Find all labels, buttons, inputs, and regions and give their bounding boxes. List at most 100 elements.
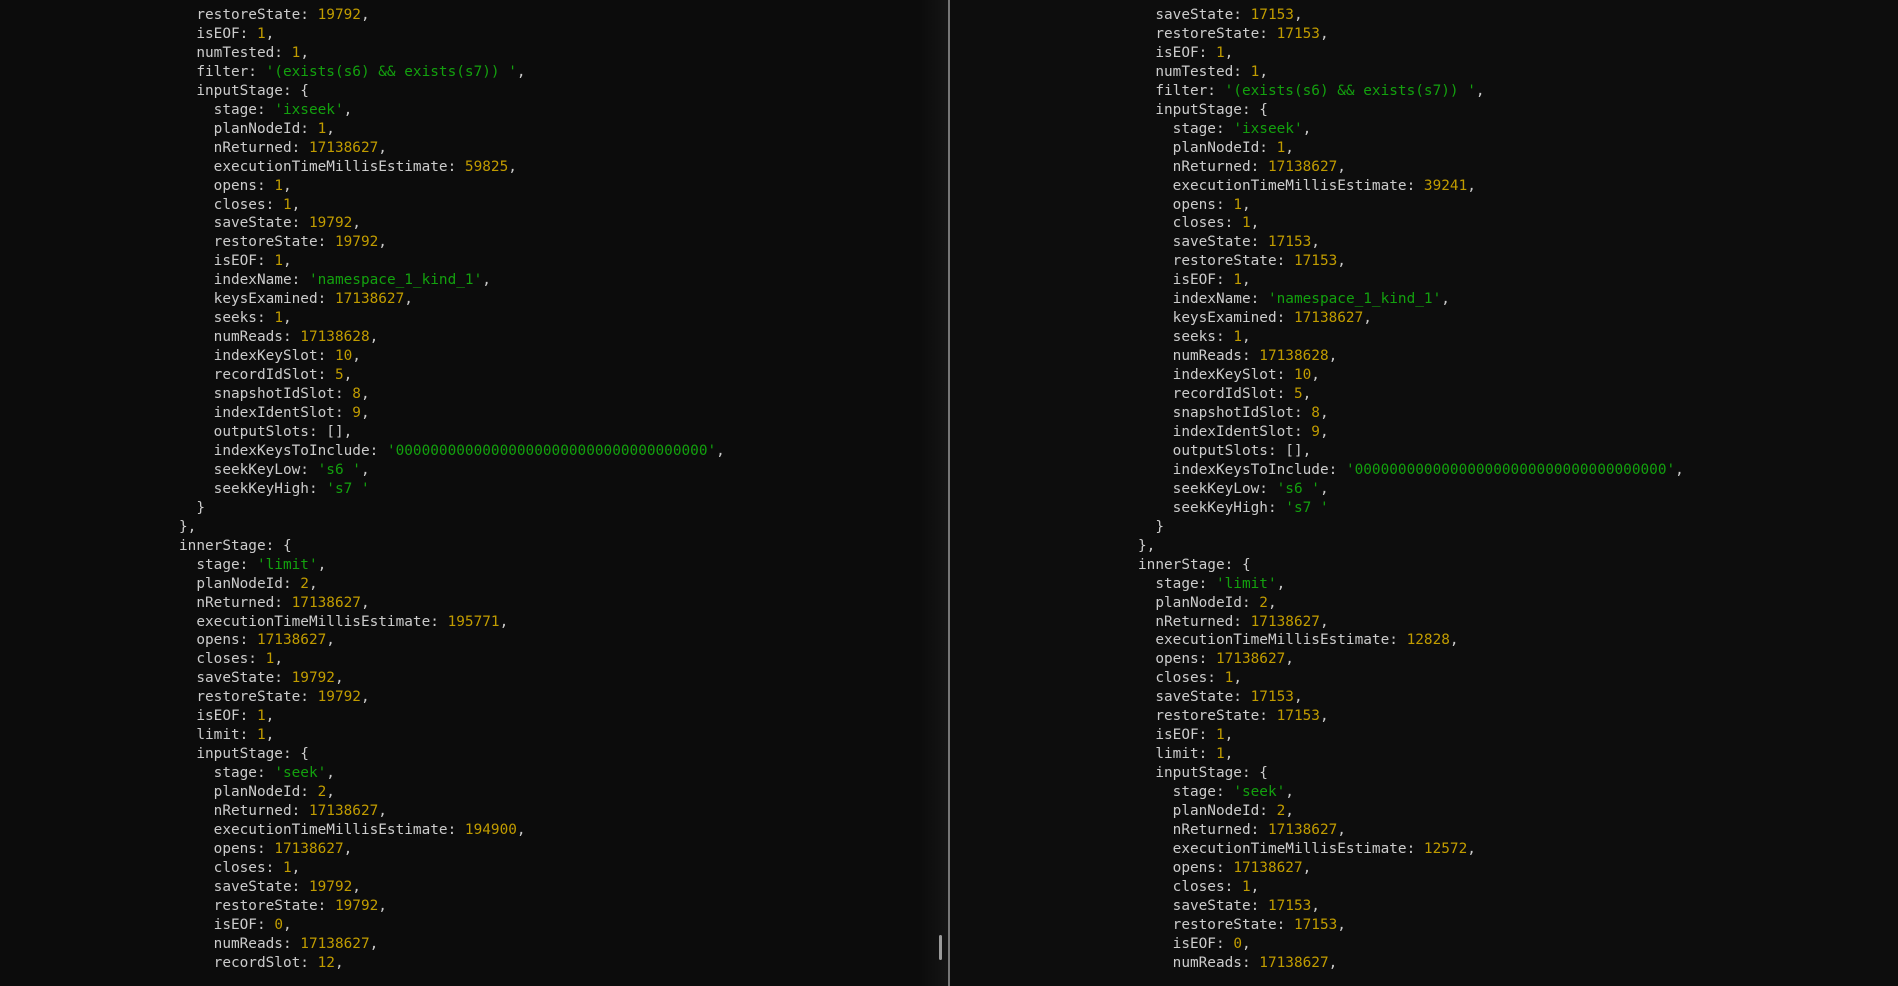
code-line: executionTimeMillisEstimate: 12572, — [1138, 840, 1684, 859]
code-line: }, — [179, 518, 725, 537]
code-line: isEOF: 0, — [1138, 935, 1684, 954]
code-line: nReturned: 17138627, — [179, 139, 725, 158]
code-line: inputStage: { — [179, 82, 725, 101]
code-line: outputSlots: [], — [1138, 442, 1684, 461]
code-line: inputStage: { — [1138, 101, 1684, 120]
code-line: stage: 'seek', — [179, 764, 725, 783]
code-line: restoreState: 19792, — [179, 6, 725, 25]
code-line: limit: 1, — [1138, 745, 1684, 764]
code-line: executionTimeMillisEstimate: 39241, — [1138, 177, 1684, 196]
code-line: saveState: 17153, — [1138, 233, 1684, 252]
code-line: planNodeId: 2, — [179, 783, 725, 802]
code-line: snapshotIdSlot: 8, — [179, 385, 725, 404]
code-line: executionTimeMillisEstimate: 59825, — [179, 158, 725, 177]
code-line: closes: 1, — [179, 859, 725, 878]
code-line: restoreState: 17153, — [1138, 25, 1684, 44]
code-line: keysExamined: 17138627, — [179, 290, 725, 309]
code-line: seeks: 1, — [179, 309, 725, 328]
code-line: indexIdentSlot: 9, — [179, 404, 725, 423]
code-line: } — [1138, 518, 1684, 537]
code-line: filter: '(exists(s6) && exists(s7)) ', — [1138, 82, 1684, 101]
code-line: restoreState: 19792, — [179, 233, 725, 252]
code-line: saveState: 19792, — [179, 669, 725, 688]
code-line: recordIdSlot: 5, — [1138, 385, 1684, 404]
code-line: seekKeyHigh: 's7 ' — [179, 480, 725, 499]
code-line: indexKeySlot: 10, — [1138, 366, 1684, 385]
code-line: nReturned: 17138627, — [1138, 821, 1684, 840]
code-line: saveState: 19792, — [179, 878, 725, 897]
code-line: indexKeysToInclude: '0000000000000000000… — [1138, 461, 1684, 480]
code-line: } — [179, 499, 725, 518]
code-line: closes: 1, — [1138, 878, 1684, 897]
code-line: executionTimeMillisEstimate: 194900, — [179, 821, 725, 840]
terminal-pane-left[interactable]: restoreState: 19792, isEOF: 1, numTested… — [0, 0, 948, 986]
code-line: seekKeyLow: 's6 ', — [1138, 480, 1684, 499]
code-line: filter: '(exists(s6) && exists(s7)) ', — [179, 63, 725, 82]
code-line: outputSlots: [], — [179, 423, 725, 442]
code-line: recordSlot: 12, — [179, 954, 725, 973]
code-line: opens: 1, — [179, 177, 725, 196]
code-line: opens: 17138627, — [1138, 859, 1684, 878]
code-line: indexKeySlot: 10, — [179, 347, 725, 366]
code-line: isEOF: 1, — [179, 252, 725, 271]
code-line: opens: 1, — [1138, 196, 1684, 215]
code-line: isEOF: 1, — [179, 25, 725, 44]
code-line: stage: 'limit', — [179, 556, 725, 575]
scrollbar-thumb[interactable] — [939, 935, 942, 960]
code-line: planNodeId: 2, — [1138, 802, 1684, 821]
code-line: nReturned: 17138627, — [179, 594, 725, 613]
code-line: executionTimeMillisEstimate: 12828, — [1138, 631, 1684, 650]
code-line: restoreState: 17153, — [1138, 916, 1684, 935]
code-line: indexName: 'namespace_1_kind_1', — [179, 271, 725, 290]
code-line: numReads: 17138628, — [1138, 347, 1684, 366]
code-line: seeks: 1, — [1138, 328, 1684, 347]
code-line: executionTimeMillisEstimate: 195771, — [179, 613, 725, 632]
code-line: restoreState: 17153, — [1138, 252, 1684, 271]
terminal-pane-right[interactable]: saveState: 17153, restoreState: 17153, i… — [950, 0, 1898, 986]
code-line: stage: 'seek', — [1138, 783, 1684, 802]
code-line: nReturned: 17138627, — [179, 802, 725, 821]
code-line: numReads: 17138627, — [1138, 954, 1684, 973]
code-line: numReads: 17138628, — [179, 328, 725, 347]
code-line: numReads: 17138627, — [179, 935, 725, 954]
code-line: indexKeysToInclude: '0000000000000000000… — [179, 442, 725, 461]
code-line: isEOF: 1, — [1138, 271, 1684, 290]
code-line: indexName: 'namespace_1_kind_1', — [1138, 290, 1684, 309]
code-line: indexIdentSlot: 9, — [1138, 423, 1684, 442]
code-line: restoreState: 17153, — [1138, 707, 1684, 726]
code-line: restoreState: 19792, — [179, 897, 725, 916]
code-line: numTested: 1, — [1138, 63, 1684, 82]
code-line: saveState: 17153, — [1138, 6, 1684, 25]
code-line: planNodeId: 2, — [1138, 594, 1684, 613]
code-line: saveState: 19792, — [179, 214, 725, 233]
code-line: opens: 17138627, — [179, 840, 725, 859]
code-line: saveState: 17153, — [1138, 897, 1684, 916]
code-line: closes: 1, — [1138, 669, 1684, 688]
code-line: isEOF: 1, — [179, 707, 725, 726]
code-line: opens: 17138627, — [1138, 650, 1684, 669]
code-line: stage: 'limit', — [1138, 575, 1684, 594]
code-line: stage: 'ixseek', — [1138, 120, 1684, 139]
code-line: saveState: 17153, — [1138, 688, 1684, 707]
code-line: isEOF: 1, — [1138, 44, 1684, 63]
code-line: closes: 1, — [179, 196, 725, 215]
code-line: planNodeId: 1, — [179, 120, 725, 139]
explain-output-left: restoreState: 19792, isEOF: 1, numTested… — [179, 6, 725, 973]
code-line: opens: 17138627, — [179, 631, 725, 650]
code-line: numTested: 1, — [179, 44, 725, 63]
code-line: }, — [1138, 537, 1684, 556]
code-line: recordIdSlot: 5, — [179, 366, 725, 385]
code-line: keysExamined: 17138627, — [1138, 309, 1684, 328]
code-line: snapshotIdSlot: 8, — [1138, 404, 1684, 423]
code-line: innerStage: { — [179, 537, 725, 556]
code-line: planNodeId: 2, — [179, 575, 725, 594]
code-line: seekKeyHigh: 's7 ' — [1138, 499, 1684, 518]
code-line: innerStage: { — [1138, 556, 1684, 575]
code-line: inputStage: { — [1138, 764, 1684, 783]
code-line: seekKeyLow: 's6 ', — [179, 461, 725, 480]
explain-output-right: saveState: 17153, restoreState: 17153, i… — [1138, 6, 1684, 973]
code-line: closes: 1, — [179, 650, 725, 669]
code-line: isEOF: 1, — [1138, 726, 1684, 745]
code-line: restoreState: 19792, — [179, 688, 725, 707]
code-line: closes: 1, — [1138, 214, 1684, 233]
